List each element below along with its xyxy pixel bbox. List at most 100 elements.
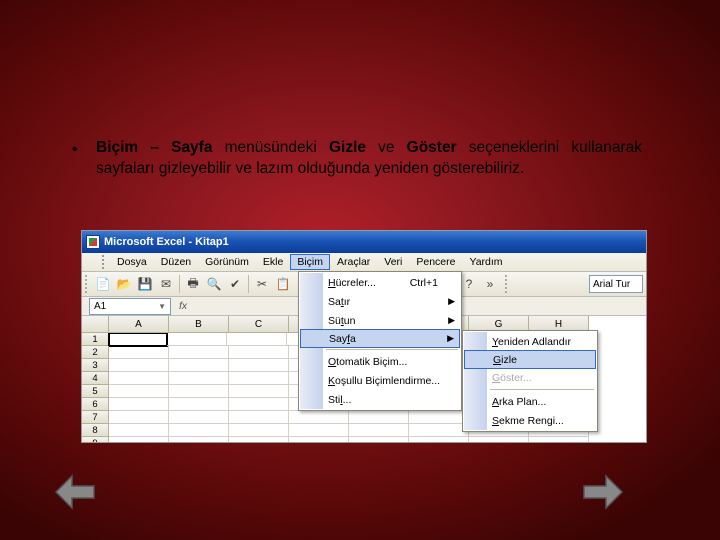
menu-bicim[interactable]: Biçim — [290, 254, 330, 270]
select-all-corner[interactable] — [82, 316, 109, 333]
cell[interactable] — [229, 411, 289, 424]
cell[interactable] — [169, 346, 229, 359]
col-header[interactable]: C — [229, 316, 289, 333]
more-icon[interactable]: » — [480, 274, 500, 294]
preview-icon[interactable]: 🔍 — [204, 274, 224, 294]
bullet-marker: • — [72, 140, 77, 161]
menu-item[interactable]: Yeniden Adlandır — [464, 332, 596, 351]
menu-item[interactable]: Sekme Rengi... — [464, 411, 596, 430]
excel-window: Microsoft Excel - Kitap1 Dosya Düzen Gör… — [82, 231, 646, 442]
cell[interactable] — [169, 385, 229, 398]
cell[interactable] — [349, 424, 409, 437]
fx-icon[interactable]: fx — [179, 300, 187, 312]
mail-icon[interactable]: ✉ — [156, 274, 176, 294]
new-icon[interactable]: 📄 — [93, 274, 113, 294]
row-header[interactable]: 1 — [82, 333, 109, 346]
menu-item[interactable]: Gizle — [464, 350, 596, 369]
window-title: Microsoft Excel - Kitap1 — [104, 236, 229, 248]
cell[interactable] — [108, 333, 168, 347]
row-header[interactable]: 2 — [82, 346, 109, 359]
menu-item[interactable]: Hücreler...Ctrl+1 — [300, 273, 460, 292]
open-icon[interactable]: 📂 — [114, 274, 134, 294]
cell[interactable] — [169, 411, 229, 424]
cell[interactable] — [229, 424, 289, 437]
cell[interactable] — [109, 346, 169, 359]
cell[interactable] — [469, 437, 529, 442]
col-header[interactable]: B — [169, 316, 229, 333]
menu-item[interactable]: Otomatik Biçim... — [300, 352, 460, 371]
copy-icon[interactable]: 📋 — [273, 274, 293, 294]
chevron-right-icon: ▶ — [448, 315, 455, 326]
cell[interactable] — [169, 398, 229, 411]
cell[interactable] — [169, 372, 229, 385]
page-submenu: Yeniden AdlandırGizleGöster...Arka Plan.… — [462, 330, 598, 432]
cell[interactable] — [409, 437, 469, 442]
help-icon[interactable]: ? — [459, 274, 479, 294]
cell[interactable] — [229, 398, 289, 411]
grip-icon — [102, 255, 106, 269]
cell[interactable] — [169, 359, 229, 372]
cell[interactable] — [109, 437, 169, 442]
cell[interactable] — [229, 385, 289, 398]
menu-veri[interactable]: Veri — [377, 254, 409, 270]
cell[interactable] — [109, 372, 169, 385]
menu-pencere[interactable]: Pencere — [409, 254, 462, 270]
cell[interactable] — [109, 385, 169, 398]
row-header[interactable]: 8 — [82, 424, 109, 437]
cell[interactable] — [289, 411, 349, 424]
row-header[interactable]: 6 — [82, 398, 109, 411]
menu-item[interactable]: Koşullu Biçimlendirme... — [300, 371, 460, 390]
cell[interactable] — [167, 333, 227, 346]
cell[interactable] — [169, 437, 229, 442]
next-slide-button[interactable] — [582, 472, 624, 512]
menu-dosya[interactable]: Dosya — [110, 254, 154, 270]
cell[interactable] — [349, 437, 409, 442]
menu-item[interactable]: Sütun▶ — [300, 311, 460, 330]
cell[interactable] — [229, 346, 289, 359]
cell[interactable] — [349, 411, 409, 424]
menu-yardim[interactable]: Yardım — [462, 254, 509, 270]
chevron-right-icon: ▶ — [448, 296, 455, 307]
col-header[interactable]: A — [109, 316, 169, 333]
separator — [248, 275, 249, 293]
cell[interactable] — [229, 372, 289, 385]
font-selector[interactable]: Arial Tur — [589, 275, 643, 293]
menubar[interactable]: Dosya Düzen Görünüm Ekle Biçim Araçlar V… — [82, 253, 646, 272]
cell[interactable] — [409, 424, 469, 437]
row-header[interactable]: 4 — [82, 372, 109, 385]
dropdown-icon[interactable]: ▼ — [158, 302, 166, 311]
prev-slide-button[interactable] — [54, 472, 96, 512]
cell[interactable] — [109, 424, 169, 437]
name-box[interactable]: A1▼ — [89, 298, 171, 315]
cut-icon[interactable]: ✂ — [252, 274, 272, 294]
menu-ekle[interactable]: Ekle — [256, 254, 290, 270]
print-icon[interactable]: 🖶 — [183, 274, 203, 294]
menu-item[interactable]: Sayfa▶ — [300, 329, 460, 348]
cell[interactable] — [289, 437, 349, 442]
cell[interactable] — [109, 411, 169, 424]
spell-icon[interactable]: ✔ — [225, 274, 245, 294]
save-icon[interactable]: 💾 — [135, 274, 155, 294]
cell[interactable] — [529, 437, 589, 442]
row-header[interactable]: 9 — [82, 437, 109, 442]
cell[interactable] — [229, 437, 289, 442]
cell[interactable] — [109, 359, 169, 372]
menu-item[interactable]: Satır▶ — [300, 292, 460, 311]
cell[interactable] — [109, 398, 169, 411]
menu-duzen[interactable]: Düzen — [154, 254, 198, 270]
row-header[interactable]: 7 — [82, 411, 109, 424]
cell[interactable] — [227, 333, 287, 346]
menu-item[interactable]: Stil... — [300, 390, 460, 409]
menu-item[interactable]: Arka Plan... — [464, 392, 596, 411]
cell[interactable] — [409, 411, 469, 424]
separator — [179, 275, 180, 293]
menu-gorunum[interactable]: Görünüm — [198, 254, 256, 270]
titlebar: Microsoft Excel - Kitap1 — [82, 231, 646, 253]
cell[interactable] — [169, 424, 229, 437]
cell[interactable] — [289, 424, 349, 437]
cell[interactable] — [229, 359, 289, 372]
menu-araclar[interactable]: Araçlar — [330, 254, 377, 270]
grip-icon — [505, 275, 510, 293]
row-header[interactable]: 3 — [82, 359, 109, 372]
row-header[interactable]: 5 — [82, 385, 109, 398]
